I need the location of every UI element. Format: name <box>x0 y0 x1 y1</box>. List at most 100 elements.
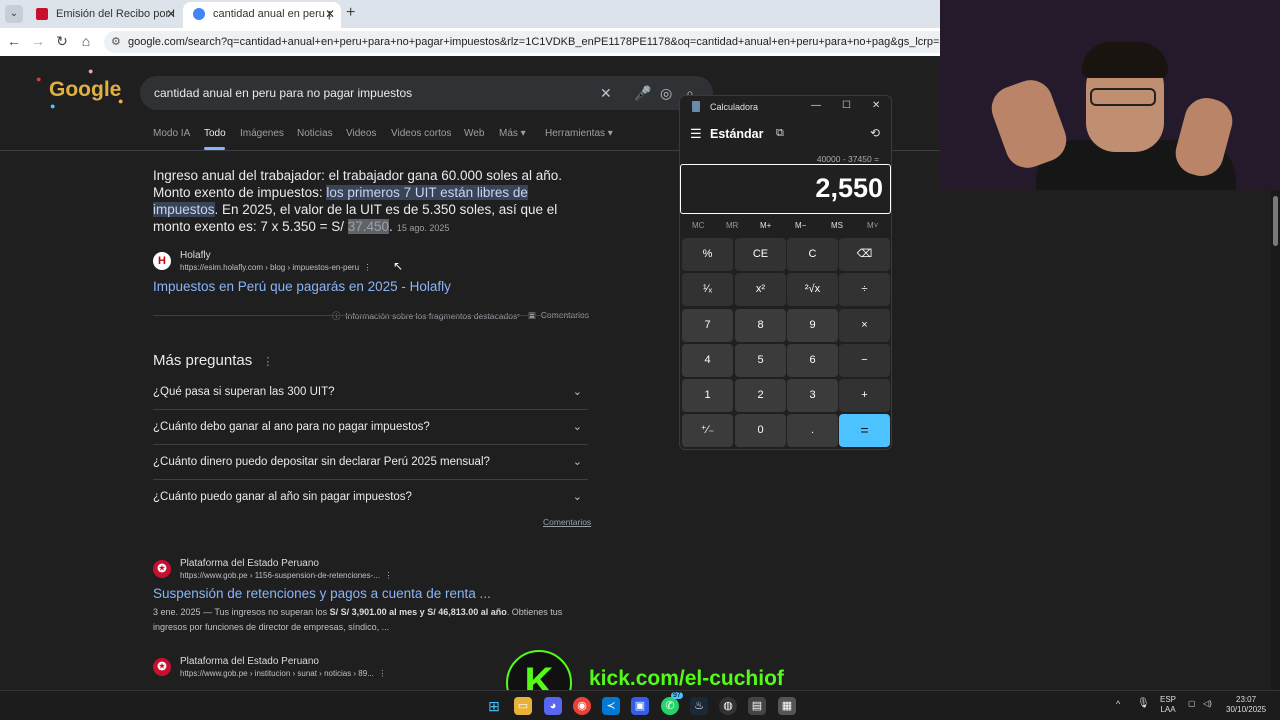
result-title-link[interactable]: Impuestos en Perú que pagarás en 2025 - … <box>153 279 451 294</box>
windows-taskbar: ⊞ ▭ ◕ ◉ ≺ ▣ ✆ 97 ♨ ◍ ▤ ▦ ^ 🎙 ESP LAA ▢ ◁)… <box>0 690 1280 720</box>
reciprocal-key[interactable]: ¹⁄ₓ <box>682 273 733 306</box>
tab-mas[interactable]: Más ▾ <box>499 128 526 139</box>
source-url: https://www.gob.pe › institucion › sunat… <box>180 669 387 678</box>
calculator-taskbar-icon[interactable]: ▦ <box>778 697 796 715</box>
subtract-key[interactable]: − <box>839 344 890 377</box>
info-fragments-link[interactable]: ⓘ Información sobre los fragmentos desta… <box>332 310 517 322</box>
negate-key[interactable]: ⁺∕₋ <box>682 414 733 447</box>
memory-clear-button[interactable]: MC <box>692 221 704 230</box>
close-icon[interactable]: ✕ <box>872 100 880 111</box>
question-item[interactable]: ¿Qué pasa si superan las 300 UIT? ⌄ <box>153 375 588 410</box>
clear-key[interactable]: C <box>787 238 838 271</box>
question-item[interactable]: ¿Cuánto debo ganar al ano para no pagar … <box>153 410 588 445</box>
digit-9-key[interactable]: 9 <box>787 309 838 342</box>
tab-imagenes[interactable]: Imágenes <box>240 128 284 139</box>
file-explorer-icon[interactable]: ▭ <box>514 697 532 715</box>
history-icon[interactable]: ⟲ <box>870 126 880 140</box>
tab-google-search[interactable]: cantidad anual en peru para no pagar imp… <box>183 2 341 28</box>
volume-icon[interactable]: ◁) <box>1203 699 1212 709</box>
backspace-key[interactable]: ⌫ <box>839 238 890 271</box>
windows-start-icon[interactable]: ⊞ <box>485 697 503 715</box>
tab-noticias[interactable]: Noticias <box>297 128 333 139</box>
mic-icon[interactable]: 🎤 <box>634 76 651 110</box>
memory-list-button[interactable]: M˅ <box>867 221 878 230</box>
address-bar[interactable]: ⚙ google.com/search?q=cantidad+anual+en+… <box>104 31 940 53</box>
chevron-down-icon: ⌄ <box>572 456 582 468</box>
search-box[interactable]: cantidad anual en peru para no pagar imp… <box>140 76 713 110</box>
tab-videos[interactable]: Videos <box>346 128 376 139</box>
multiply-key[interactable]: × <box>839 309 890 342</box>
chevron-up-icon[interactable]: ^ <box>1116 699 1120 709</box>
question-item[interactable]: ¿Cuánto dinero puedo depositar sin decla… <box>153 445 588 480</box>
source-name: Plataforma del Estado Peruano <box>180 656 319 667</box>
tab-todo[interactable]: Todo <box>204 128 226 139</box>
memory-add-button[interactable]: M+ <box>760 221 771 230</box>
discord-icon[interactable]: ◕ <box>544 697 562 715</box>
language-indicator[interactable]: ESP LAA <box>1160 695 1176 715</box>
digit-8-key[interactable]: 8 <box>735 309 786 342</box>
mic-tray-icon[interactable]: 🎙 <box>1137 699 1150 709</box>
tab-search-button[interactable]: ⌄ <box>5 5 23 23</box>
tab-videos-cortos[interactable]: Videos cortos <box>391 128 451 139</box>
more-options-icon[interactable]: ⋮ <box>262 356 273 368</box>
question-item[interactable]: ¿Cuánto puedo ganar al año sin pagar imp… <box>153 480 588 515</box>
google-doodle-logo[interactable]: Google <box>49 78 121 102</box>
minimize-icon[interactable]: — <box>811 100 821 111</box>
digit-7-key[interactable]: 7 <box>682 309 733 342</box>
back-icon[interactable]: ← <box>5 33 23 49</box>
digit-5-key[interactable]: 5 <box>735 344 786 377</box>
page-scrollbar[interactable] <box>1271 190 1280 690</box>
square-root-key[interactable]: ²√x <box>787 273 838 306</box>
questions-feedback-link[interactable]: Comentarios <box>543 517 591 527</box>
digit-3-key[interactable]: 3 <box>787 379 838 412</box>
date-text: 30/10/2025 <box>1226 705 1267 714</box>
tab-modo-ia[interactable]: Modo IA <box>153 128 190 139</box>
whatsapp-icon[interactable]: ✆ <box>661 697 679 715</box>
vscode-icon[interactable]: ≺ <box>602 697 620 715</box>
lens-icon[interactable]: ◎ <box>660 76 672 110</box>
question-text: ¿Cuánto puedo ganar al año sin pagar imp… <box>153 491 412 503</box>
time-text: 23:07 <box>1236 695 1257 704</box>
close-tab-icon[interactable]: ✕ <box>325 2 335 26</box>
new-tab-button[interactable]: + <box>346 4 355 22</box>
obs-icon[interactable]: ◍ <box>719 697 737 715</box>
add-key[interactable]: + <box>839 379 890 412</box>
memory-subtract-button[interactable]: M− <box>795 221 806 230</box>
digit-2-key[interactable]: 2 <box>735 379 786 412</box>
scrollbar-thumb[interactable] <box>1273 196 1278 246</box>
forward-icon[interactable]: → <box>29 33 47 49</box>
digit-1-key[interactable]: 1 <box>682 379 733 412</box>
decimal-key[interactable]: . <box>787 414 838 447</box>
home-icon[interactable]: ⌂ <box>77 33 95 49</box>
tab-recibo[interactable]: Emisión del Recibo por Honorarios ✕ <box>26 2 182 28</box>
reload-icon[interactable]: ↻ <box>53 33 71 50</box>
digit-4-key[interactable]: 4 <box>682 344 733 377</box>
close-tab-icon[interactable]: ✕ <box>166 2 176 26</box>
search-query: cantidad anual en peru para no pagar imp… <box>154 86 413 100</box>
result-title-link[interactable]: Suspensión de retenciones y pagos a cuen… <box>153 586 491 601</box>
equals-key[interactable]: = <box>839 414 890 447</box>
hamburger-menu-icon[interactable]: ☰ <box>690 126 702 142</box>
digit-6-key[interactable]: 6 <box>787 344 838 377</box>
clock[interactable]: 23:07 30/10/2025 <box>1226 695 1266 715</box>
clear-search-icon[interactable]: ✕ <box>600 76 612 110</box>
clear-entry-key[interactable]: CE <box>735 238 786 271</box>
app-icon[interactable]: ▤ <box>748 697 766 715</box>
percent-key[interactable]: % <box>682 238 733 271</box>
divide-key[interactable]: ÷ <box>839 273 890 306</box>
maximize-icon[interactable]: ☐ <box>842 100 851 111</box>
memory-store-button[interactable]: MS <box>831 221 843 230</box>
digit-0-key[interactable]: 0 <box>735 414 786 447</box>
question-text: ¿Cuánto debo ganar al ano para no pagar … <box>153 421 430 433</box>
app-icon[interactable]: ▣ <box>631 697 649 715</box>
keep-on-top-icon[interactable]: ⧉ <box>776 127 784 140</box>
chrome-icon[interactable]: ◉ <box>573 697 591 715</box>
square-key[interactable]: x² <box>735 273 786 306</box>
network-icon[interactable]: ▢ <box>1188 699 1196 709</box>
memory-recall-button[interactable]: MR <box>726 221 738 230</box>
site-info-icon[interactable]: ⚙ <box>111 31 121 53</box>
tab-web[interactable]: Web <box>464 128 484 139</box>
tab-herramientas[interactable]: Herramientas ▾ <box>545 128 613 139</box>
sunat-favicon-icon <box>36 8 48 20</box>
steam-icon[interactable]: ♨ <box>690 697 708 715</box>
